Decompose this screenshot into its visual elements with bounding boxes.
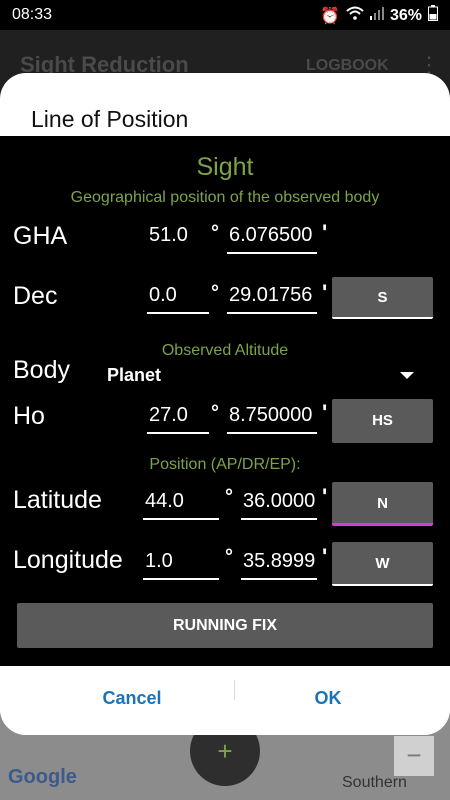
status-bar: 08:33 ⏰ 36%: [0, 0, 450, 30]
ok-button[interactable]: OK: [300, 688, 356, 709]
longitude-minutes-field[interactable]: 35.8999: [241, 550, 317, 580]
body-select[interactable]: Planet: [107, 365, 161, 386]
wifi-icon: [346, 6, 364, 25]
dialog-actions: Cancel OK: [0, 666, 450, 735]
degree-symbol: °: [225, 486, 233, 508]
dialog-title: Line of Position: [31, 106, 189, 132]
dec-hemisphere-button[interactable]: S: [332, 277, 433, 319]
degree-symbol: °: [211, 282, 219, 304]
degree-symbol: °: [211, 402, 219, 424]
google-logo: Google: [8, 766, 77, 788]
signal-icon: [369, 6, 384, 25]
degree-symbol: °: [225, 546, 233, 568]
sight-heading: Sight: [196, 153, 254, 181]
running-fix-button[interactable]: RUNNING FIX: [17, 603, 433, 648]
degree-symbol: °: [211, 222, 219, 244]
zoom-out-button[interactable]: −: [394, 736, 434, 776]
dec-minutes-field[interactable]: 29.01756: [227, 284, 317, 314]
minute-symbol: ': [322, 544, 328, 569]
gha-label: GHA: [13, 222, 68, 250]
latitude-label: Latitude: [13, 486, 102, 514]
dec-label: Dec: [13, 282, 58, 310]
alarm-icon: ⏰: [320, 7, 340, 25]
longitude-degrees-field[interactable]: 1.0: [143, 550, 219, 580]
minute-symbol: ': [322, 484, 328, 509]
longitude-hemisphere-button[interactable]: W: [332, 542, 433, 586]
dropdown-arrow-icon[interactable]: [400, 372, 414, 379]
longitude-label: Longitude: [13, 546, 123, 574]
clock: 08:33: [12, 6, 53, 23]
battery-text: 36%: [389, 6, 422, 24]
position-label: Position (AP/DR/EP):: [149, 456, 301, 473]
gha-minutes-field[interactable]: 6.076500: [227, 224, 317, 254]
body-label: Body: [13, 356, 70, 384]
ho-mode-button[interactable]: HS: [332, 399, 433, 443]
battery-icon: [428, 5, 438, 26]
ho-label: Ho: [13, 402, 45, 430]
ho-minutes-field[interactable]: 8.750000: [227, 404, 317, 434]
latitude-minutes-field[interactable]: 36.0000: [241, 490, 317, 520]
dialog-content: Sight Geographical position of the obser…: [0, 136, 450, 666]
gha-degrees-field[interactable]: 51.0: [147, 224, 209, 254]
cancel-button[interactable]: Cancel: [92, 688, 172, 709]
status-icons: ⏰ 36%: [320, 5, 438, 26]
latitude-hemisphere-button[interactable]: N: [332, 482, 433, 526]
minute-symbol: ': [322, 220, 328, 245]
line-of-position-dialog: Line of Position Sight Geographical posi…: [0, 73, 450, 735]
action-divider: [234, 680, 235, 700]
sight-subtitle: Geographical position of the observed bo…: [70, 189, 380, 206]
minute-symbol: ': [322, 280, 328, 305]
dec-degrees-field[interactable]: 0.0: [147, 284, 209, 314]
map-label: Southern: [342, 774, 407, 791]
latitude-degrees-field[interactable]: 44.0: [143, 490, 219, 520]
minute-symbol: ': [322, 400, 328, 425]
ho-degrees-field[interactable]: 27.0: [147, 404, 209, 434]
